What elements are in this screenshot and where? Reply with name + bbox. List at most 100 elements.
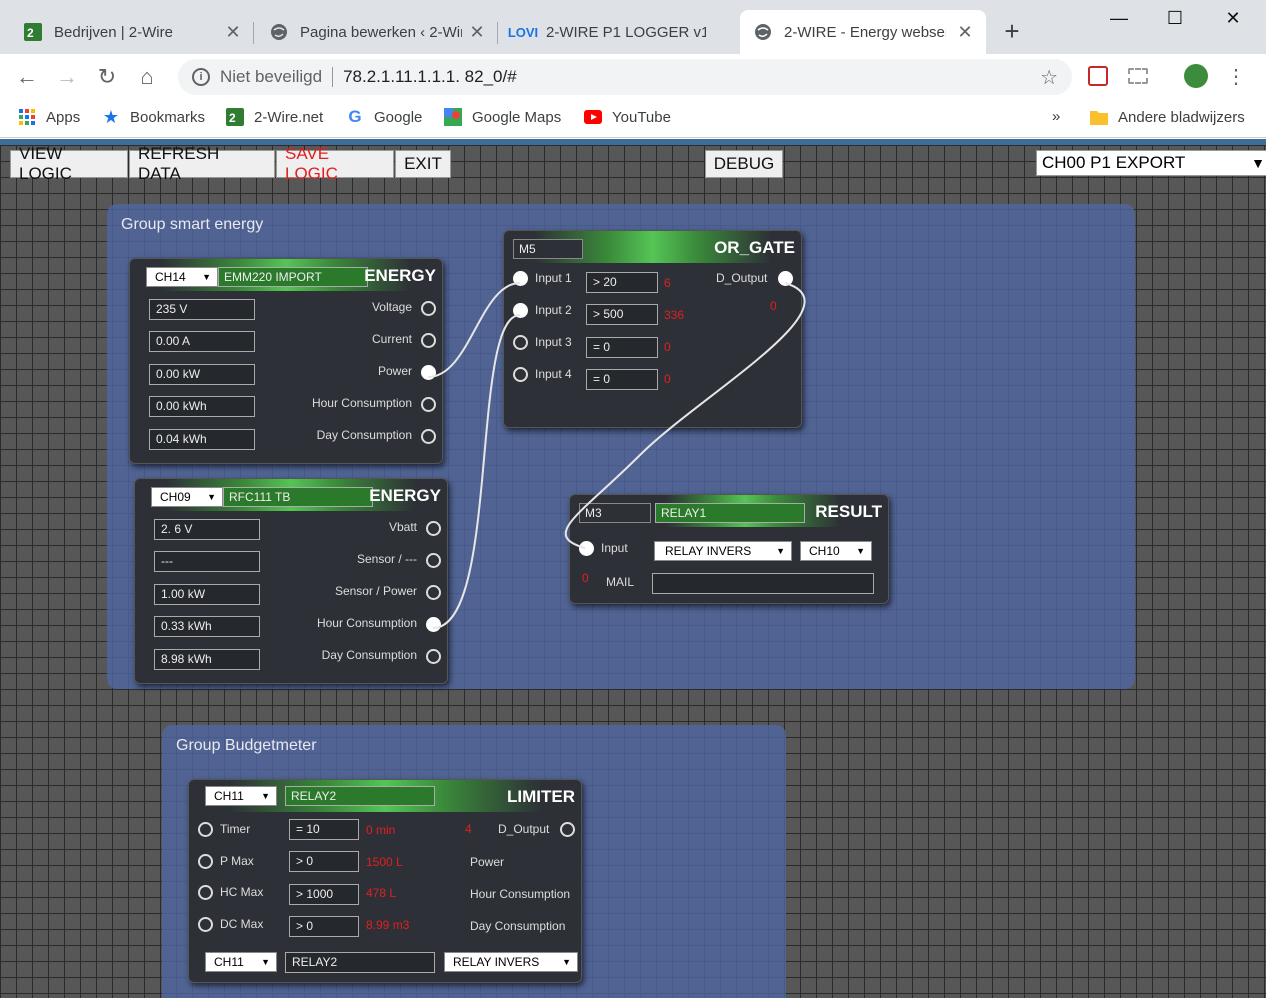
hcmax-condition[interactable]: > 1000 xyxy=(289,884,359,905)
input-2-condition[interactable]: > 500 xyxy=(586,304,658,325)
home-icon[interactable]: ⌂ xyxy=(134,65,160,89)
node-id-field[interactable]: M3 xyxy=(579,503,651,523)
footer-name-field[interactable]: RELAY2 xyxy=(285,952,435,973)
dcmax-condition[interactable]: > 0 xyxy=(289,916,359,937)
pmax-condition[interactable]: > 0 xyxy=(289,851,359,872)
back-icon[interactable]: ← xyxy=(14,65,40,89)
d-output-label: D_Output xyxy=(498,822,550,836)
chevron-down-icon: ▼ xyxy=(207,492,216,502)
mail-input[interactable] xyxy=(652,573,874,594)
browser-toolbar: ← → ↻ ⌂ i Niet beveiligd 78.2.1.11.1.1.1… xyxy=(0,54,1266,100)
bookmark-youtube[interactable]: YouTube xyxy=(584,108,671,126)
timer-condition[interactable]: = 10 xyxy=(289,819,359,840)
footer-mode-dropdown[interactable]: RELAY INVERS ▼ xyxy=(444,952,578,972)
result-value: 0 xyxy=(582,571,589,585)
hour-consumption-output-port[interactable] xyxy=(426,617,441,632)
d-output-port[interactable] xyxy=(778,271,793,286)
timer-input-port[interactable] xyxy=(198,822,213,837)
tab-p1-logger[interactable]: LOVI 2-WIRE P1 LOGGER v19. xyxy=(498,10,740,54)
logic-canvas[interactable]: VIEW LOGIC REFRESH DATA SAVE LOGIC EXIT … xyxy=(0,139,1266,998)
bookmark-bookmarks[interactable]: ★ Bookmarks xyxy=(102,107,205,127)
relay-mode-dropdown[interactable]: RELAY INVERS ▼ xyxy=(654,541,792,561)
node-name-field[interactable]: RELAY2 xyxy=(285,786,435,806)
close-window-icon[interactable]: ✕ xyxy=(1210,8,1256,32)
input-3-condition[interactable]: = 0 xyxy=(586,337,658,358)
input-4-port[interactable] xyxy=(513,367,528,382)
vbatt-output-port[interactable] xyxy=(426,521,441,536)
view-logic-button[interactable]: VIEW LOGIC xyxy=(10,145,128,183)
tab-separator xyxy=(253,22,254,44)
bookmark-2wire[interactable]: 2 2-Wire.net xyxy=(226,108,323,126)
bookmark-more-label: » xyxy=(1052,108,1061,125)
close-tab-icon[interactable]: ✕ xyxy=(956,22,974,43)
node-name-field[interactable]: RELAY1 xyxy=(655,503,805,523)
pmax-input-port[interactable] xyxy=(198,854,213,869)
refresh-data-button[interactable]: REFRESH DATA xyxy=(129,145,275,183)
hour-consumption-output-port[interactable] xyxy=(421,397,436,412)
bookmark-other[interactable]: Andere bladwijzers xyxy=(1090,108,1245,126)
node-id-field[interactable]: M5 xyxy=(513,239,583,259)
input-1-condition[interactable]: > 20 xyxy=(586,272,658,293)
or-gate-node-m5[interactable]: M5 OR_GATE D_Output 0 Input 1 > 20 6 Inp… xyxy=(503,230,802,428)
voltage-output-port[interactable] xyxy=(421,301,436,316)
input-2-port[interactable] xyxy=(513,303,528,318)
input-4-condition[interactable]: = 0 xyxy=(586,369,658,390)
forward-icon[interactable]: → xyxy=(54,65,80,89)
limiter-node-ch11[interactable]: CH11 ▼ RELAY2 LIMITER 4 D_Output Timer = … xyxy=(188,779,582,983)
chevron-down-icon: ▼ xyxy=(562,957,571,967)
day-consumption-output-port[interactable] xyxy=(421,429,436,444)
node-name-field[interactable]: RFC111 TB xyxy=(223,487,373,507)
input-3-port[interactable] xyxy=(513,335,528,350)
maximize-icon[interactable]: ☐ xyxy=(1152,8,1198,32)
google-g-icon: G xyxy=(348,107,362,126)
minimize-icon[interactable]: — xyxy=(1096,8,1142,32)
menu-kebab-icon[interactable]: ⋮ xyxy=(1226,64,1246,89)
new-tab-button[interactable]: + xyxy=(1000,17,1024,45)
info-icon[interactable]: i xyxy=(192,68,210,86)
energy-node-ch09[interactable]: CH09 ▼ RFC111 TB ENERGY 2. 6 V Vbatt --- … xyxy=(134,478,448,684)
tab-title: 2-WIRE P1 LOGGER v19. xyxy=(546,23,706,41)
energy-node-ch14[interactable]: CH14 ▼ EMM220 IMPORT ENERGY 235 V Voltage… xyxy=(129,258,443,464)
bookmark-google[interactable]: G Google xyxy=(346,107,422,126)
footer-channel-dropdown[interactable]: CH11 ▼ xyxy=(205,952,277,972)
close-tab-icon[interactable]: ✕ xyxy=(468,22,486,43)
tab-bedrijven[interactable]: 2 Bedrijven | 2-Wire ✕ xyxy=(10,10,254,54)
channel-dropdown[interactable]: CH09 ▼ xyxy=(151,487,223,507)
result-node-m3[interactable]: M3 RELAY1 RESULT Input RELAY INVERS ▼ CH1… xyxy=(569,494,889,604)
day-consumption-output-port[interactable] xyxy=(426,649,441,664)
address-bar[interactable]: i Niet beveiligd 78.2.1.11.1.1.1. 82_0/#… xyxy=(178,59,1072,95)
tab-pagina-bewerken[interactable]: Pagina bewerken ‹ 2-Wir ✕ xyxy=(256,10,498,54)
channel-dropdown[interactable]: CH11 ▼ xyxy=(205,786,277,806)
sensor-output-port[interactable] xyxy=(426,553,441,568)
bookmarks-overflow-button[interactable]: » xyxy=(1052,108,1060,125)
channel-dropdown[interactable]: CH14 ▼ xyxy=(146,267,218,287)
day-consumption-value: 0.04 kWh xyxy=(149,429,255,450)
debug-button[interactable]: DEBUG xyxy=(705,150,783,178)
relay-channel-dropdown[interactable]: CH10 ▼ xyxy=(800,541,872,561)
node-name-field[interactable]: EMM220 IMPORT xyxy=(218,267,368,287)
power-output-port[interactable] xyxy=(421,365,436,380)
result-input-port[interactable] xyxy=(579,541,594,556)
power-value: 0.00 kW xyxy=(149,364,255,385)
input-1-label: Input 1 xyxy=(535,271,572,285)
sensor-power-output-port[interactable] xyxy=(426,585,441,600)
reload-icon[interactable]: ↻ xyxy=(94,65,120,89)
d-output-port[interactable] xyxy=(560,822,575,837)
close-tab-icon[interactable]: ✕ xyxy=(224,22,242,43)
current-output-port[interactable] xyxy=(421,333,436,348)
save-logic-button[interactable]: SAVE LOGIC xyxy=(276,145,394,183)
bookmark-apps[interactable]: Apps xyxy=(18,108,80,126)
bookmark-star-icon[interactable]: ☆ xyxy=(1040,65,1058,90)
voltage-value: 235 V xyxy=(149,299,255,320)
input-1-port[interactable] xyxy=(513,271,528,286)
extension-icon[interactable] xyxy=(1128,68,1148,84)
extension-shield-icon[interactable] xyxy=(1088,66,1108,86)
tab-energy-webserver[interactable]: 2-WIRE - Energy webser ✕ xyxy=(740,10,986,54)
dcmax-input-port[interactable] xyxy=(198,917,213,932)
profile-avatar[interactable] xyxy=(1184,64,1208,88)
sensor-label: Sensor / --- xyxy=(356,552,417,566)
channel-select[interactable]: CH00 P1 EXPORT ▼ xyxy=(1036,150,1266,176)
bookmark-google-maps[interactable]: Google Maps xyxy=(444,108,561,126)
hcmax-input-port[interactable] xyxy=(198,885,213,900)
exit-button[interactable]: EXIT xyxy=(395,150,451,178)
